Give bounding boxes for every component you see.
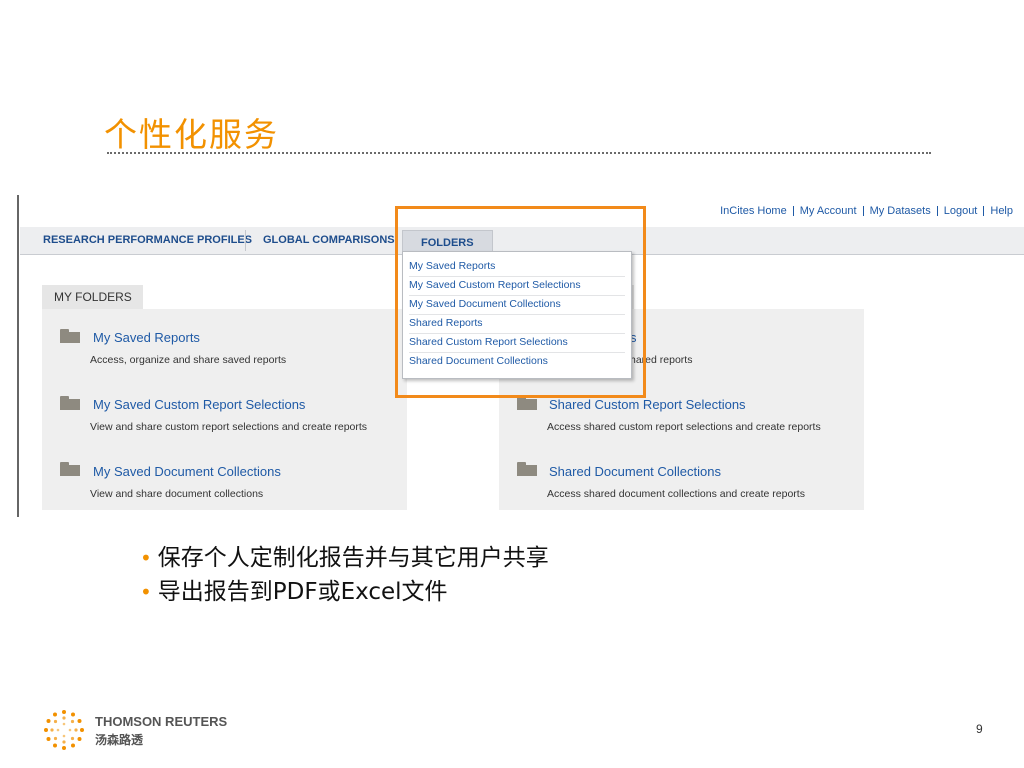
help-link[interactable]: Help: [990, 205, 1013, 217]
folder-icon: [60, 462, 80, 476]
my-saved-document-collections-link[interactable]: My Saved Document Collections: [93, 464, 281, 479]
nav-separator: [245, 230, 246, 251]
bullet-dot-icon: •: [140, 580, 152, 604]
link-separator: [983, 206, 985, 217]
highlight-callout-box: [395, 206, 646, 398]
brand-name-cn: 汤森路透: [95, 733, 144, 747]
item-description: View and share custom report selections …: [90, 421, 368, 433]
tab-research-performance-profiles[interactable]: RESEARCH PERFORMANCE PROFILES: [43, 227, 252, 254]
folder-icon: [517, 462, 537, 476]
bullet-text: 保存个人定制化报告并与其它用户共享: [157, 545, 549, 571]
folder-icon: [60, 396, 80, 410]
my-saved-reports-link[interactable]: My Saved Reports: [93, 330, 200, 345]
my-folders-panel-left: My Saved Reports Access, organize and sh…: [42, 309, 407, 510]
link-separator: [862, 206, 864, 217]
bullet-item: • 保存个人定制化报告并与其它用户共享: [140, 538, 549, 572]
my-folders-tab[interactable]: MY FOLDERS: [42, 285, 143, 309]
incites-home-link[interactable]: InCites Home: [720, 205, 787, 217]
top-links: InCites Home My Account My Datasets Logout H…: [720, 205, 1013, 217]
tab-global-comparisons[interactable]: GLOBAL COMPARISONS: [263, 227, 395, 254]
item-description: Access, organize and share saved reports: [90, 354, 287, 366]
my-saved-custom-report-selections-link[interactable]: My Saved Custom Report Selections: [93, 397, 305, 412]
my-datasets-link[interactable]: My Datasets: [870, 205, 931, 217]
item-description: Access shared custom report selections a…: [547, 421, 821, 433]
shared-custom-report-selections-link[interactable]: Shared Custom Report Selections: [549, 397, 746, 412]
bullet-dot-icon: •: [140, 546, 152, 570]
item-description: Access shared document collections and c…: [547, 488, 805, 500]
bullet-item: • 导出报告到PDF或Excel文件: [140, 572, 448, 606]
link-separator: [936, 206, 938, 217]
screenshot-left-border: [17, 195, 19, 517]
folder-icon: [60, 329, 80, 343]
my-account-link[interactable]: My Account: [800, 205, 857, 217]
bullet-text: 导出报告到PDF或Excel文件: [157, 579, 448, 605]
thomson-reuters-logo-icon: [44, 710, 84, 750]
folder-icon: [517, 396, 537, 410]
slide-title: 个性化服务: [104, 115, 279, 154]
page-number: 9: [976, 722, 983, 736]
logout-link[interactable]: Logout: [944, 205, 978, 217]
shared-document-collections-link[interactable]: Shared Document Collections: [549, 464, 721, 479]
brand-name-en: THOMSON REUTERS: [95, 714, 228, 729]
item-description: View and share document collections: [90, 488, 264, 500]
title-divider: [107, 152, 931, 154]
link-separator: [792, 206, 794, 217]
